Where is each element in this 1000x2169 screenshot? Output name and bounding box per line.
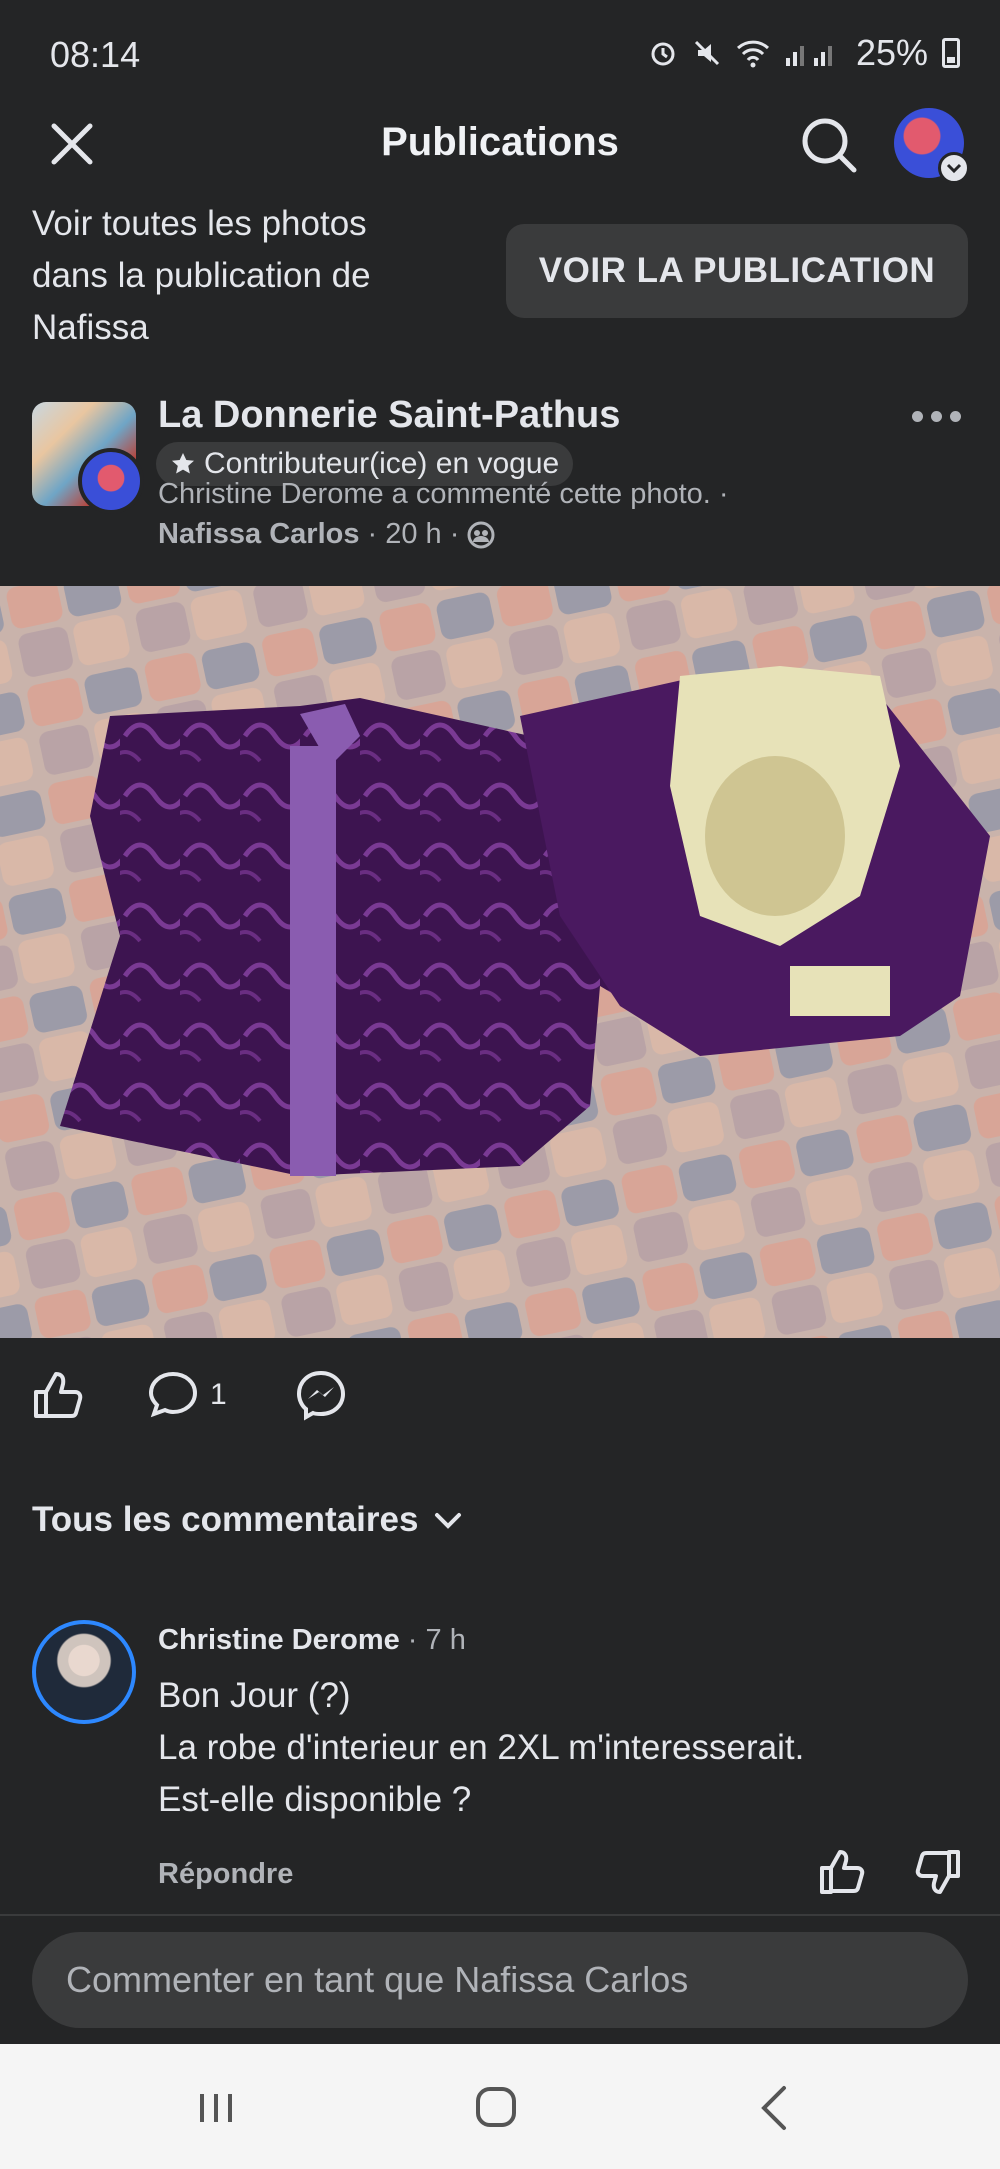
battery-icon xyxy=(942,38,960,68)
comments-filter-label: Tous les commentaires xyxy=(32,1500,419,1539)
commenter-avatar[interactable] xyxy=(32,1620,136,1724)
author-name[interactable]: Nafissa Carlos xyxy=(158,518,360,551)
group-privacy-icon xyxy=(467,521,495,548)
group-name[interactable]: La Donnerie Saint-Pathus xyxy=(158,394,620,437)
recent-apps-icon[interactable] xyxy=(186,2080,246,2136)
divider xyxy=(0,1914,1000,1916)
comment-item: Christine Derome · 7 h Bon Jour (?) La r… xyxy=(0,1610,1000,1910)
star-icon xyxy=(172,453,194,474)
view-post-button[interactable]: VOIR LA PUBLICATION xyxy=(506,224,968,318)
comment-composer[interactable] xyxy=(32,1932,968,2028)
post-actions: 1 xyxy=(0,1360,1000,1440)
post-time: · 20 h · xyxy=(367,518,460,550)
comment-input[interactable] xyxy=(66,1959,968,2001)
comments-filter-dropdown[interactable]: Tous les commentaires xyxy=(32,1500,464,1540)
activity-note: Christine Derome a commenté cette photo.… xyxy=(158,478,729,510)
post-photo[interactable] xyxy=(0,586,1000,1338)
view-post-banner: Voir toutes les photos dans la publicati… xyxy=(0,190,1000,360)
commenter-name[interactable]: Christine Derome xyxy=(158,1624,400,1656)
chevron-down-icon xyxy=(938,152,970,184)
mute-icon xyxy=(694,40,719,66)
signal-icon xyxy=(785,46,832,66)
more-options-icon[interactable] xyxy=(912,404,968,428)
system-nav-bar xyxy=(0,2044,1000,2169)
home-icon[interactable] xyxy=(466,2080,526,2136)
chevron-down-icon xyxy=(435,1513,462,1529)
downvote-icon[interactable] xyxy=(912,1846,964,1898)
status-icons: 25% xyxy=(648,32,960,74)
wifi-icon xyxy=(736,40,769,68)
badge-label: Contributeur(ice) en vogue xyxy=(204,447,560,480)
photo-illustration xyxy=(0,586,1000,1338)
status-time: 08:14 xyxy=(50,34,141,75)
group-avatar[interactable] xyxy=(32,402,144,514)
profile-avatar-button[interactable] xyxy=(894,108,970,184)
author-avatar[interactable] xyxy=(78,448,144,514)
comment-time: · 7 h xyxy=(407,1624,466,1656)
reply-button[interactable]: Répondre xyxy=(158,1858,293,1891)
comment-icon xyxy=(148,1371,198,1418)
banner-text: Voir toutes les photos dans la publicati… xyxy=(32,204,371,347)
status-bar: 08:14 25% xyxy=(0,0,1000,110)
comment-count-button[interactable]: 1 xyxy=(146,1368,227,1422)
author-line: Nafissa Carlos · 20 h · xyxy=(158,518,495,551)
messenger-share-icon[interactable] xyxy=(294,1368,348,1422)
comment-text: Bon Jour (?) La robe d'interieur en 2XL … xyxy=(158,1676,805,1819)
comment-count: 1 xyxy=(210,1378,227,1411)
like-icon[interactable] xyxy=(30,1368,84,1422)
app-bar: Publications xyxy=(0,100,1000,190)
post-header: La Donnerie Saint-Pathus Contributeur(ic… xyxy=(0,390,1000,580)
upvote-icon[interactable] xyxy=(816,1846,868,1898)
commenter-line: Christine Derome · 7 h xyxy=(158,1624,466,1657)
battery-percent: 25% xyxy=(855,32,928,73)
back-icon[interactable] xyxy=(746,2080,806,2136)
alarm-icon xyxy=(651,42,675,66)
search-icon[interactable] xyxy=(798,114,860,176)
